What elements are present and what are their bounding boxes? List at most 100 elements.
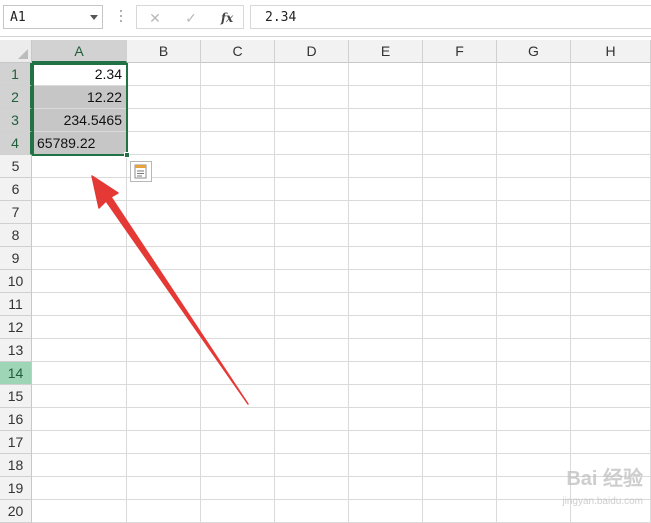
cell-b13[interactable] xyxy=(127,339,201,362)
cell-c2[interactable] xyxy=(201,86,275,109)
cell-a3[interactable]: 234.5465 xyxy=(32,109,127,132)
cell-g7[interactable] xyxy=(497,201,571,224)
cell-b18[interactable] xyxy=(127,454,201,477)
cell-g20[interactable] xyxy=(497,500,571,523)
cell-b17[interactable] xyxy=(127,431,201,454)
cell-d1[interactable] xyxy=(275,63,349,86)
cell-f11[interactable] xyxy=(423,293,497,316)
cell-h11[interactable] xyxy=(571,293,651,316)
row-header-9[interactable]: 9 xyxy=(0,247,32,270)
cell-c6[interactable] xyxy=(201,178,275,201)
cell-h4[interactable] xyxy=(571,132,651,155)
cell-e3[interactable] xyxy=(349,109,423,132)
chevron-down-icon[interactable] xyxy=(90,15,98,20)
cell-g11[interactable] xyxy=(497,293,571,316)
cell-g6[interactable] xyxy=(497,178,571,201)
cell-a20[interactable] xyxy=(32,500,127,523)
cell-c3[interactable] xyxy=(201,109,275,132)
cell-b2[interactable] xyxy=(127,86,201,109)
cell-a9[interactable] xyxy=(32,247,127,270)
cell-e17[interactable] xyxy=(349,431,423,454)
cell-d2[interactable] xyxy=(275,86,349,109)
cell-d9[interactable] xyxy=(275,247,349,270)
row-header-17[interactable]: 17 xyxy=(0,431,32,454)
cell-c15[interactable] xyxy=(201,385,275,408)
cell-h5[interactable] xyxy=(571,155,651,178)
row-header-6[interactable]: 6 xyxy=(0,178,32,201)
cell-h12[interactable] xyxy=(571,316,651,339)
cell-h9[interactable] xyxy=(571,247,651,270)
cell-a2[interactable]: 12.22 xyxy=(32,86,127,109)
cell-e13[interactable] xyxy=(349,339,423,362)
cell-e11[interactable] xyxy=(349,293,423,316)
formula-input[interactable]: 2.34 xyxy=(250,5,651,29)
column-header-e[interactable]: E xyxy=(349,40,423,63)
cell-a5[interactable] xyxy=(32,155,127,178)
cell-c13[interactable] xyxy=(201,339,275,362)
cell-a12[interactable] xyxy=(32,316,127,339)
cell-a1[interactable]: 2.34 xyxy=(32,63,127,86)
cell-c18[interactable] xyxy=(201,454,275,477)
column-header-c[interactable]: C xyxy=(201,40,275,63)
cell-h3[interactable] xyxy=(571,109,651,132)
cell-a14[interactable] xyxy=(32,362,127,385)
cell-h7[interactable] xyxy=(571,201,651,224)
cell-f4[interactable] xyxy=(423,132,497,155)
row-header-2[interactable]: 2 xyxy=(0,86,32,109)
cell-a7[interactable] xyxy=(32,201,127,224)
cell-c12[interactable] xyxy=(201,316,275,339)
cell-h2[interactable] xyxy=(571,86,651,109)
row-header-7[interactable]: 7 xyxy=(0,201,32,224)
enter-icon[interactable]: ✓ xyxy=(181,9,201,27)
cell-e2[interactable] xyxy=(349,86,423,109)
cell-a18[interactable] xyxy=(32,454,127,477)
row-header-1[interactable]: 1 xyxy=(0,63,32,86)
row-header-16[interactable]: 16 xyxy=(0,408,32,431)
cell-e5[interactable] xyxy=(349,155,423,178)
cell-d4[interactable] xyxy=(275,132,349,155)
cell-f6[interactable] xyxy=(423,178,497,201)
row-header-12[interactable]: 12 xyxy=(0,316,32,339)
row-header-18[interactable]: 18 xyxy=(0,454,32,477)
cell-c1[interactable] xyxy=(201,63,275,86)
cell-d14[interactable] xyxy=(275,362,349,385)
cell-b4[interactable] xyxy=(127,132,201,155)
cell-b12[interactable] xyxy=(127,316,201,339)
cell-e8[interactable] xyxy=(349,224,423,247)
cell-d18[interactable] xyxy=(275,454,349,477)
cell-f7[interactable] xyxy=(423,201,497,224)
cell-g16[interactable] xyxy=(497,408,571,431)
column-header-b[interactable]: B xyxy=(127,40,201,63)
cell-a16[interactable] xyxy=(32,408,127,431)
cell-b1[interactable] xyxy=(127,63,201,86)
cell-f20[interactable] xyxy=(423,500,497,523)
cell-h15[interactable] xyxy=(571,385,651,408)
cell-g4[interactable] xyxy=(497,132,571,155)
cell-f9[interactable] xyxy=(423,247,497,270)
row-header-14[interactable]: 14 xyxy=(0,362,32,385)
cell-e10[interactable] xyxy=(349,270,423,293)
cell-e4[interactable] xyxy=(349,132,423,155)
cell-f8[interactable] xyxy=(423,224,497,247)
row-header-3[interactable]: 3 xyxy=(0,109,32,132)
row-header-11[interactable]: 11 xyxy=(0,293,32,316)
insert-function-icon[interactable]: fx xyxy=(217,9,237,27)
cell-d20[interactable] xyxy=(275,500,349,523)
cell-c14[interactable] xyxy=(201,362,275,385)
cell-e15[interactable] xyxy=(349,385,423,408)
cell-f14[interactable] xyxy=(423,362,497,385)
cell-d6[interactable] xyxy=(275,178,349,201)
cell-c8[interactable] xyxy=(201,224,275,247)
cell-g13[interactable] xyxy=(497,339,571,362)
column-header-d[interactable]: D xyxy=(275,40,349,63)
cell-g12[interactable] xyxy=(497,316,571,339)
column-header-f[interactable]: F xyxy=(423,40,497,63)
cell-d10[interactable] xyxy=(275,270,349,293)
cell-b19[interactable] xyxy=(127,477,201,500)
cell-g1[interactable] xyxy=(497,63,571,86)
cell-a13[interactable] xyxy=(32,339,127,362)
cell-b16[interactable] xyxy=(127,408,201,431)
select-all-button[interactable] xyxy=(0,40,32,63)
cell-e9[interactable] xyxy=(349,247,423,270)
cell-f13[interactable] xyxy=(423,339,497,362)
